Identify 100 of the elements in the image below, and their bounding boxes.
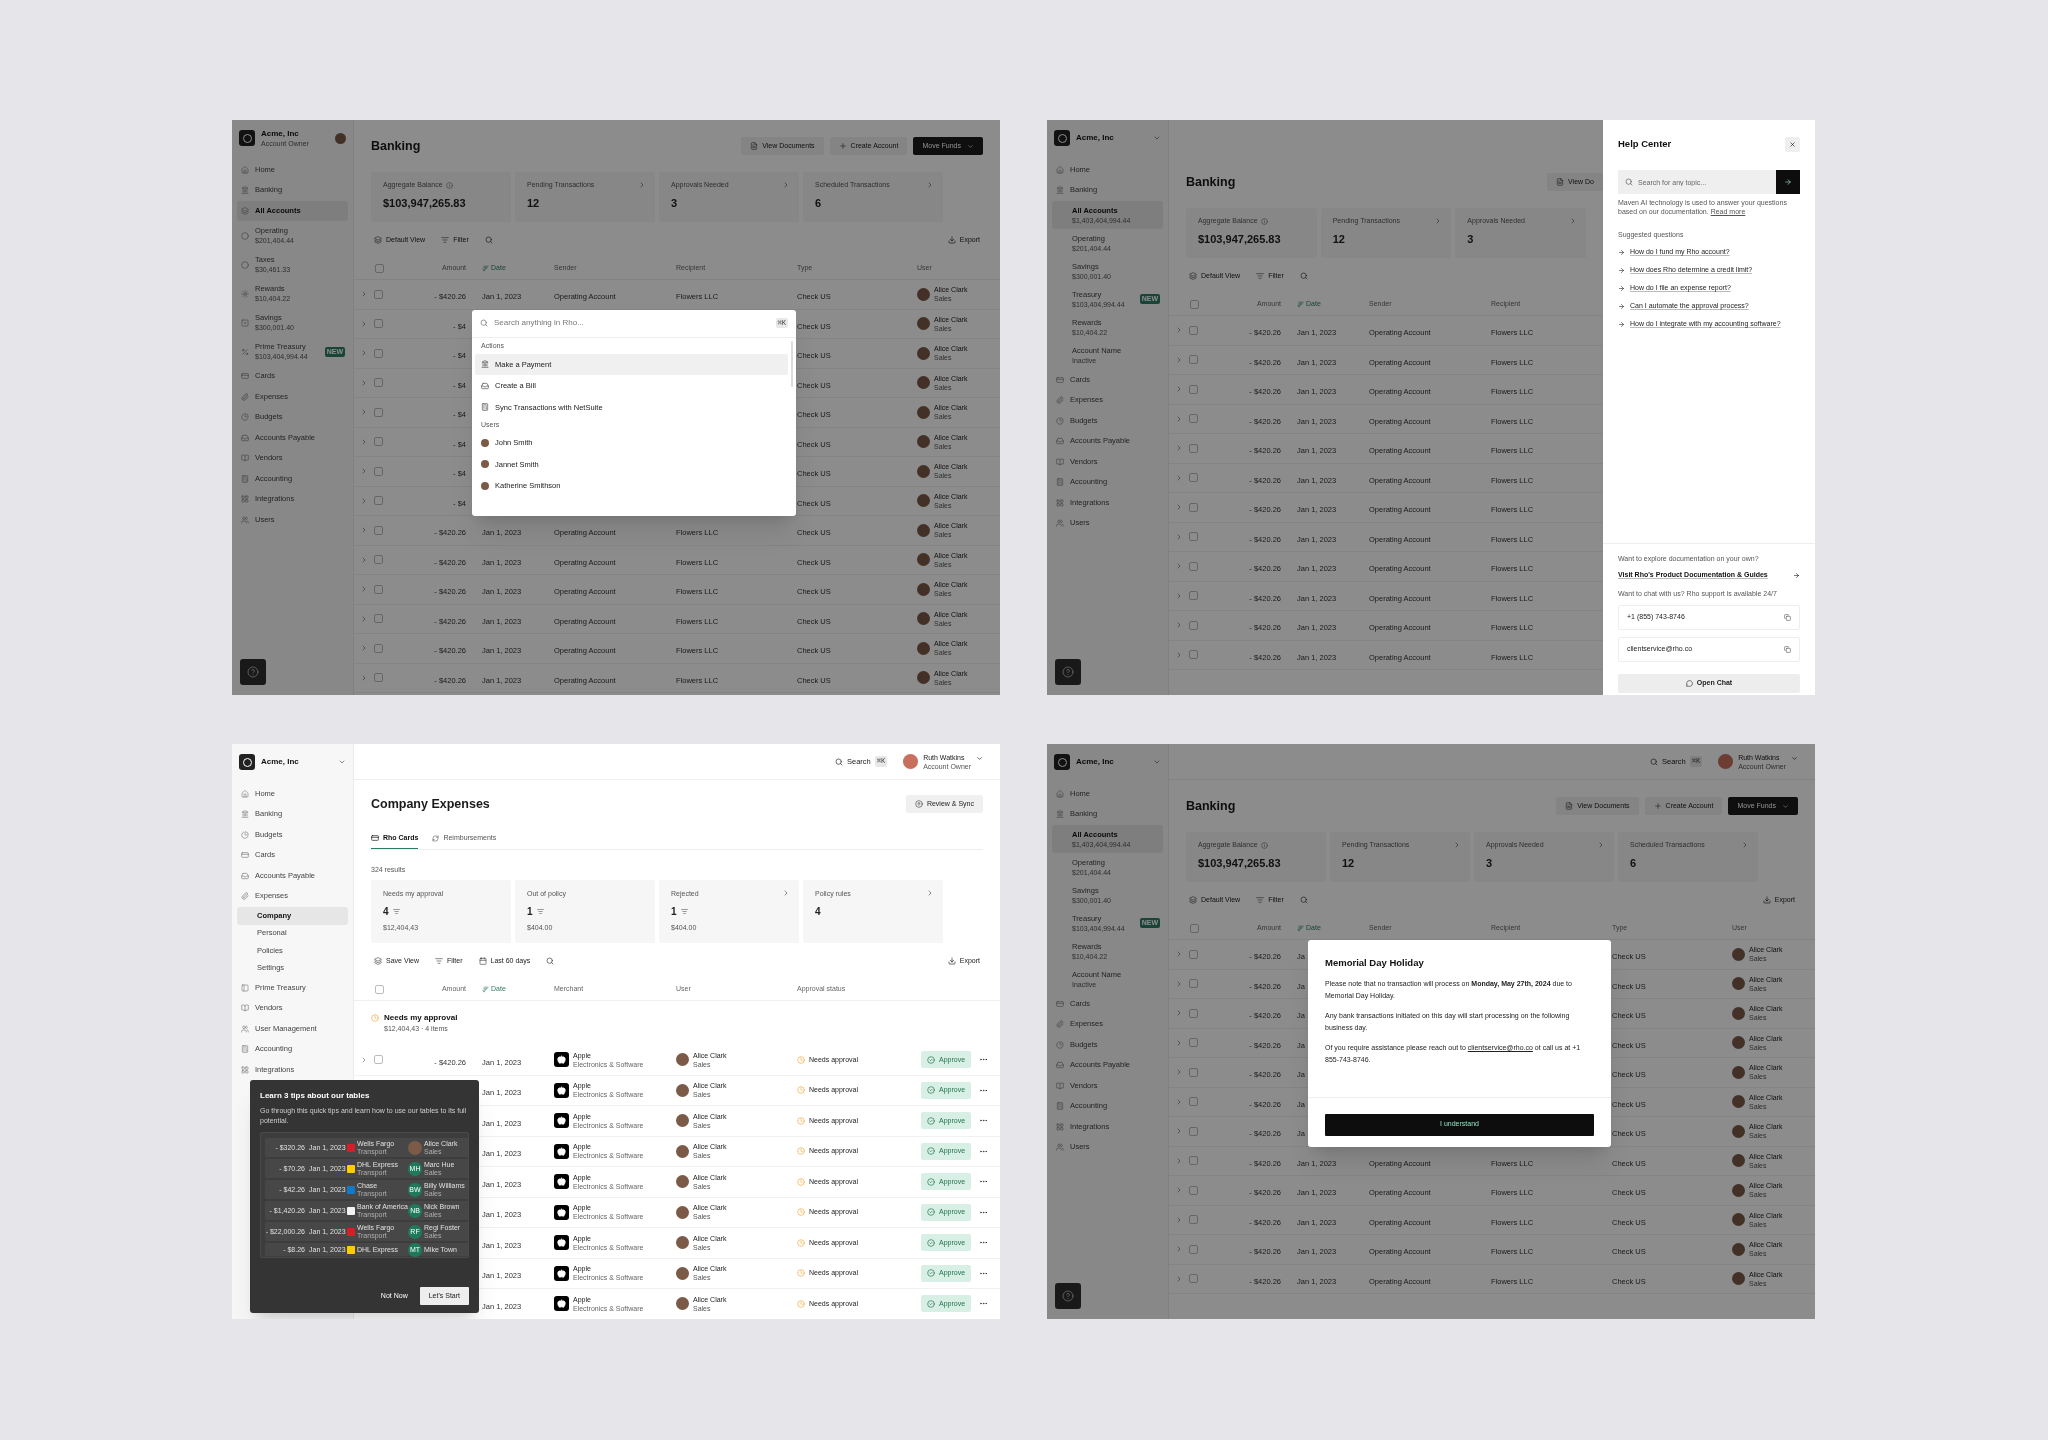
checkbox[interactable] <box>1189 1215 1198 1225</box>
calculator-icon <box>481 403 489 412</box>
avatar <box>1732 1095 1745 1109</box>
checkbox[interactable] <box>374 466 383 476</box>
close-button[interactable] <box>1785 137 1800 152</box>
checkbox[interactable] <box>375 264 384 273</box>
sort-icon <box>1297 301 1304 308</box>
checkbox[interactable] <box>1189 473 1198 483</box>
checkbox[interactable] <box>374 496 383 506</box>
avatar <box>1718 754 1734 769</box>
chevron-right-icon <box>1597 841 1605 849</box>
checkbox[interactable] <box>1189 591 1198 601</box>
search-icon <box>1299 272 1308 280</box>
clock-icon <box>797 1208 805 1217</box>
search-icon <box>480 319 488 327</box>
checkbox[interactable] <box>1189 502 1198 512</box>
page-title: Banking <box>1186 797 1236 815</box>
checkbox[interactable] <box>1189 561 1198 571</box>
chevron-down-icon <box>967 142 974 150</box>
checkbox[interactable] <box>375 985 384 994</box>
checkbox[interactable] <box>374 348 383 358</box>
checkbox[interactable] <box>374 584 383 594</box>
checkbox[interactable] <box>374 673 383 683</box>
chevron-right-icon <box>360 673 368 682</box>
checkbox[interactable] <box>374 525 383 535</box>
house-icon <box>241 789 249 798</box>
avatar <box>917 405 930 419</box>
checkbox[interactable] <box>1189 620 1198 630</box>
checkbox[interactable] <box>1189 1038 1198 1048</box>
help-icon <box>1062 1290 1074 1302</box>
checkbox[interactable] <box>1189 443 1198 453</box>
checkbox[interactable] <box>374 319 383 329</box>
chevron-right-icon <box>1175 1156 1183 1165</box>
inbox-icon <box>481 381 489 390</box>
checkbox[interactable] <box>374 643 383 653</box>
checkbox[interactable] <box>1189 1274 1198 1284</box>
page-title: Company Expenses <box>371 795 490 813</box>
stat-value: 6 <box>1630 855 1638 871</box>
avatar <box>676 1205 689 1219</box>
chevron-right-icon <box>926 181 934 189</box>
search-icon <box>1649 757 1658 766</box>
checkbox[interactable] <box>374 378 383 388</box>
check-circle-icon <box>927 1086 935 1095</box>
chevron-right-icon <box>1175 1215 1183 1224</box>
search-icon <box>484 236 493 244</box>
check-circle-icon <box>927 1055 935 1064</box>
checkbox[interactable] <box>1189 355 1198 365</box>
avatar <box>481 481 489 490</box>
checkbox[interactable] <box>1189 384 1198 394</box>
checkbox[interactable] <box>374 614 383 624</box>
sort-icon <box>482 986 489 993</box>
checkbox[interactable] <box>1189 1185 1198 1195</box>
help-button[interactable] <box>240 659 266 685</box>
chevron-right-icon <box>1175 979 1183 988</box>
checkbox[interactable] <box>1189 1126 1198 1136</box>
checkbox[interactable] <box>1189 325 1198 335</box>
checkbox[interactable] <box>1189 949 1198 959</box>
stat-value: 12 <box>1342 855 1356 871</box>
avatar <box>917 553 930 567</box>
checkbox[interactable] <box>1189 1008 1198 1018</box>
chevron-down-icon <box>1153 758 1161 766</box>
help-button[interactable] <box>1055 1283 1081 1309</box>
search-field[interactable]: Search anything in Rho... <box>494 317 770 329</box>
download-icon <box>947 236 956 244</box>
chevron-down-icon <box>338 758 346 766</box>
checkbox[interactable] <box>1189 1067 1198 1077</box>
checkbox[interactable] <box>1189 1156 1198 1166</box>
checkbox[interactable] <box>374 289 383 299</box>
checkbox[interactable] <box>1189 1244 1198 1254</box>
paperclip-icon <box>1056 1020 1064 1029</box>
chevron-right-icon <box>1175 1274 1183 1283</box>
arrow-right-icon <box>1618 249 1625 256</box>
chevron-right-icon <box>360 378 368 387</box>
avatar <box>676 1114 689 1128</box>
clock-icon <box>797 1299 805 1308</box>
submit-button[interactable] <box>1776 170 1800 194</box>
logo-icon <box>1054 754 1070 770</box>
bank-icon <box>241 186 249 195</box>
help-button[interactable] <box>1055 659 1081 685</box>
checkbox[interactable] <box>1190 300 1199 309</box>
chevron-right-icon <box>1175 1127 1183 1136</box>
chevron-right-icon <box>1175 473 1183 482</box>
avatar <box>917 287 930 301</box>
checkbox[interactable] <box>374 1055 383 1065</box>
chevron-right-icon <box>360 555 368 564</box>
org-name: Acme, Inc <box>1076 133 1115 143</box>
checkbox[interactable] <box>374 437 383 447</box>
checkbox[interactable] <box>374 407 383 417</box>
plus-icon <box>1653 802 1662 810</box>
checkbox[interactable] <box>1189 1097 1198 1107</box>
checkbox[interactable] <box>1189 532 1198 542</box>
chevron-right-icon <box>1569 217 1577 225</box>
circle-icon <box>241 231 249 240</box>
checkbox[interactable] <box>1189 650 1198 660</box>
checkbox[interactable] <box>1189 414 1198 424</box>
checkbox[interactable] <box>1190 924 1199 933</box>
dialog-title: Memorial Day Holiday <box>1325 956 1425 970</box>
search-icon <box>1299 896 1308 904</box>
checkbox[interactable] <box>1189 979 1198 989</box>
checkbox[interactable] <box>374 555 383 565</box>
